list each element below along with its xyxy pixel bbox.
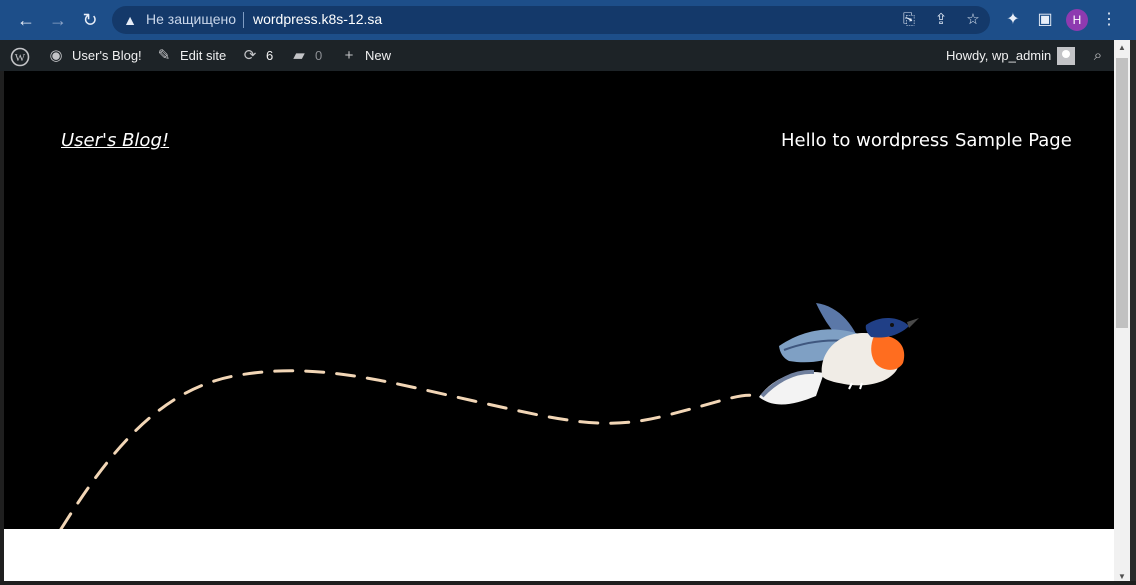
- site-title-link[interactable]: User's Blog!: [61, 130, 169, 151]
- dashboard-icon: ◉: [49, 46, 63, 64]
- updates-icon: ⟳: [243, 46, 257, 64]
- scroll-up-icon[interactable]: ▲: [1114, 40, 1130, 56]
- brush-icon: ✎: [157, 46, 171, 64]
- scrollbar[interactable]: ▲ ▼: [1114, 40, 1130, 585]
- browser-toolbar: ← → ↻ ▲ Не защищено wordpress.k8s-12.sa …: [0, 0, 1136, 40]
- address-bar[interactable]: ▲ Не защищено wordpress.k8s-12.sa ⎘ ⇪ ☆: [112, 6, 990, 34]
- search-icon: ⌕: [1093, 46, 1103, 64]
- security-status[interactable]: Не защищено: [146, 11, 236, 27]
- address-separator: [243, 12, 244, 28]
- bird-illustration: [759, 303, 919, 405]
- warning-icon[interactable]: ▲: [122, 12, 138, 28]
- scroll-thumb[interactable]: [1116, 58, 1128, 328]
- admin-search-button[interactable]: ⌕: [1089, 40, 1107, 71]
- site-name-link[interactable]: ◉ User's Blog!: [47, 40, 142, 71]
- plus-icon: +: [344, 46, 354, 64]
- new-label: New: [365, 48, 392, 63]
- url-text[interactable]: wordpress.k8s-12.sa: [253, 11, 382, 27]
- howdy-label: Howdy, wp_admin: [946, 48, 1052, 63]
- user-avatar: [1057, 46, 1076, 65]
- menu-kebab-icon[interactable]: ⋮: [1098, 9, 1120, 31]
- edit-site-label: Edit site: [180, 48, 227, 63]
- back-icon[interactable]: ←: [14, 8, 38, 32]
- nav-item-sample-page[interactable]: Sample Page: [955, 130, 1072, 151]
- comment-icon: ▰: [293, 46, 305, 64]
- nav-item-hello-to-wordpress[interactable]: Hello to wordpress: [781, 130, 949, 151]
- star-icon[interactable]: ☆: [964, 11, 982, 29]
- wordpress-logo-button[interactable]: W: [10, 40, 30, 71]
- reload-icon[interactable]: ↻: [78, 8, 102, 32]
- bottom-edge: [0, 581, 1136, 585]
- wp-admin-bar: W ◉ User's Blog! ✎ Edit site ⟳ 6 ▰ 0 + N…: [0, 40, 1114, 71]
- new-content-link[interactable]: + New: [340, 40, 391, 71]
- side-panel-icon[interactable]: ▣: [1034, 9, 1056, 31]
- site-hero: User's Blog! Hello to wordpress Sample P…: [4, 71, 1114, 529]
- translate-icon[interactable]: ⎘: [900, 11, 918, 29]
- updates-count: 6: [266, 48, 274, 63]
- profile-avatar[interactable]: H: [1066, 9, 1088, 31]
- wordpress-logo-icon: W: [10, 47, 30, 66]
- comments-count: 0: [315, 48, 323, 63]
- svg-text:W: W: [15, 52, 26, 64]
- forward-icon[interactable]: →: [46, 8, 70, 32]
- right-edge: [1130, 40, 1136, 585]
- site-name-label: User's Blog!: [72, 48, 142, 63]
- extensions-icon[interactable]: ✦: [1002, 9, 1024, 31]
- edit-site-link[interactable]: ✎ Edit site: [155, 40, 227, 71]
- flight-path-dashed-line: [59, 369, 761, 529]
- page-content-area: [4, 529, 1114, 581]
- share-icon[interactable]: ⇪: [932, 11, 950, 29]
- comments-link[interactable]: ▰ 0: [290, 40, 322, 71]
- my-account-link[interactable]: Howdy, wp_admin: [946, 40, 1076, 71]
- updates-link[interactable]: ⟳ 6: [241, 40, 274, 71]
